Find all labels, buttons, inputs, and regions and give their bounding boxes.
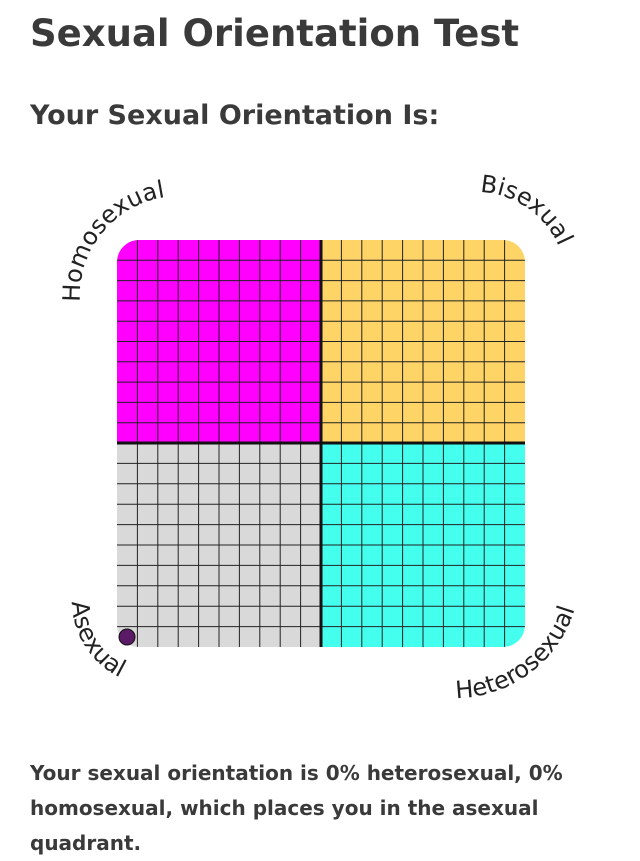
- quadrant-label-bisexual: Bisexual: [479, 170, 579, 249]
- result-description: Your sexual orientation is 0% heterosexu…: [30, 761, 563, 855]
- result-heading: Your Sexual Orientation Is:: [30, 100, 440, 131]
- result-point: [118, 628, 136, 646]
- orientation-chart: Homosexual Bisexual Asexual Heterosexual: [58, 170, 581, 704]
- page-title: Sexual Orientation Test: [30, 12, 520, 55]
